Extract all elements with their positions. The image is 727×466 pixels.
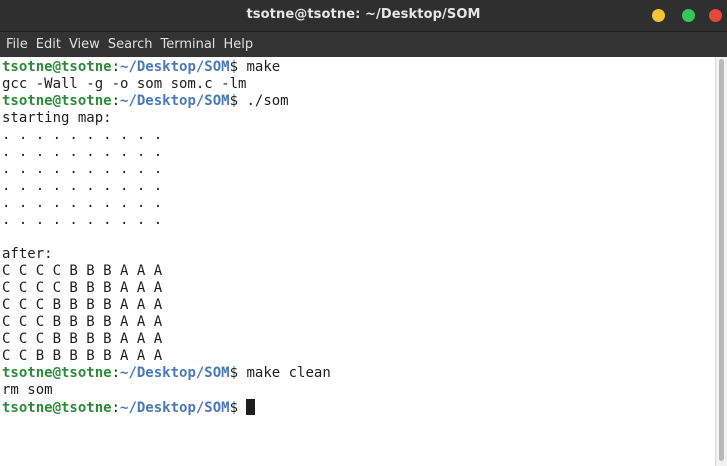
- prompt-dollar: $: [229, 59, 239, 75]
- menu-edit[interactable]: Edit: [32, 32, 65, 57]
- output-line: starting map:: [2, 110, 112, 126]
- prompt-command: make clean: [238, 365, 331, 381]
- menu-bar: File Edit View Search Terminal Help: [0, 32, 727, 57]
- output-line: . . . . . . . . . .: [2, 161, 163, 177]
- menu-help[interactable]: Help: [219, 32, 257, 57]
- output-line: C C C B B B B A A A: [2, 297, 163, 313]
- prompt-separator: :: [111, 93, 121, 109]
- menu-search[interactable]: Search: [104, 32, 157, 57]
- prompt-line: tsotne@tsotne:~/Desktop/SOM$ make clean: [2, 365, 715, 382]
- prompt-separator: :: [111, 365, 121, 381]
- output-line: after:: [2, 246, 53, 262]
- prompt-separator: :: [111, 400, 121, 416]
- output-line: C C B B B B B A A A: [2, 348, 163, 364]
- output-line: gcc -Wall -g -o som som.c -lm: [2, 76, 247, 92]
- output-line: C C C B B B B A A A: [2, 314, 163, 330]
- prompt-path: ~/Desktop/SOM: [120, 365, 230, 381]
- output-line: rm som: [2, 382, 53, 398]
- output-line: C C C C B B B A A A: [2, 263, 163, 279]
- prompt-line: tsotne@tsotne:~/Desktop/SOM$ ./som: [2, 93, 715, 110]
- terminal-window: tsotne@tsotne: ~/Desktop/SOM File Edit V…: [0, 0, 727, 466]
- window-title: tsotne@tsotne: ~/Desktop/SOM: [246, 7, 481, 22]
- maximize-button[interactable]: [682, 9, 695, 22]
- prompt-user: tsotne@tsotne: [2, 59, 112, 75]
- menu-terminal[interactable]: Terminal: [156, 32, 219, 57]
- prompt-command: ./som: [238, 93, 289, 109]
- prompt-dollar: $: [229, 365, 239, 381]
- output-line: . . . . . . . . . .: [2, 178, 163, 194]
- prompt-path: ~/Desktop/SOM: [120, 93, 230, 109]
- prompt-dollar: $: [229, 400, 239, 416]
- text-cursor: [246, 399, 256, 415]
- title-bar[interactable]: tsotne@tsotne: ~/Desktop/SOM: [0, 0, 727, 32]
- prompt-user: tsotne@tsotne: [2, 93, 112, 109]
- prompt-user: tsotne@tsotne: [2, 400, 112, 416]
- output-line: . . . . . . . . . .: [2, 127, 163, 143]
- prompt-separator: :: [111, 59, 121, 75]
- prompt-dollar: $: [229, 93, 239, 109]
- scrollbar-thumb[interactable]: [719, 59, 724, 461]
- prompt-line: tsotne@tsotne:~/Desktop/SOM$ make: [2, 59, 715, 76]
- output-line: C C C C B B B A A A: [2, 280, 163, 296]
- close-button[interactable]: [709, 9, 722, 22]
- prompt-line: tsotne@tsotne:~/Desktop/SOM$: [2, 399, 715, 416]
- prompt-path: ~/Desktop/SOM: [120, 400, 230, 416]
- minimize-button[interactable]: [652, 9, 665, 22]
- terminal-output[interactable]: tsotne@tsotne:~/Desktop/SOM$ make gcc -Wa…: [0, 57, 715, 466]
- output-line: . . . . . . . . . .: [2, 144, 163, 160]
- menu-file[interactable]: File: [2, 32, 32, 57]
- prompt-command: make: [238, 59, 281, 75]
- output-line: . . . . . . . . . .: [2, 195, 163, 211]
- scrollbar[interactable]: [715, 57, 727, 466]
- output-line: C C C B B B B A A A: [2, 331, 163, 347]
- prompt-user: tsotne@tsotne: [2, 365, 112, 381]
- menu-view[interactable]: View: [65, 32, 104, 57]
- prompt-path: ~/Desktop/SOM: [120, 59, 230, 75]
- prompt-command: [238, 400, 246, 416]
- output-line: . . . . . . . . . .: [2, 212, 163, 228]
